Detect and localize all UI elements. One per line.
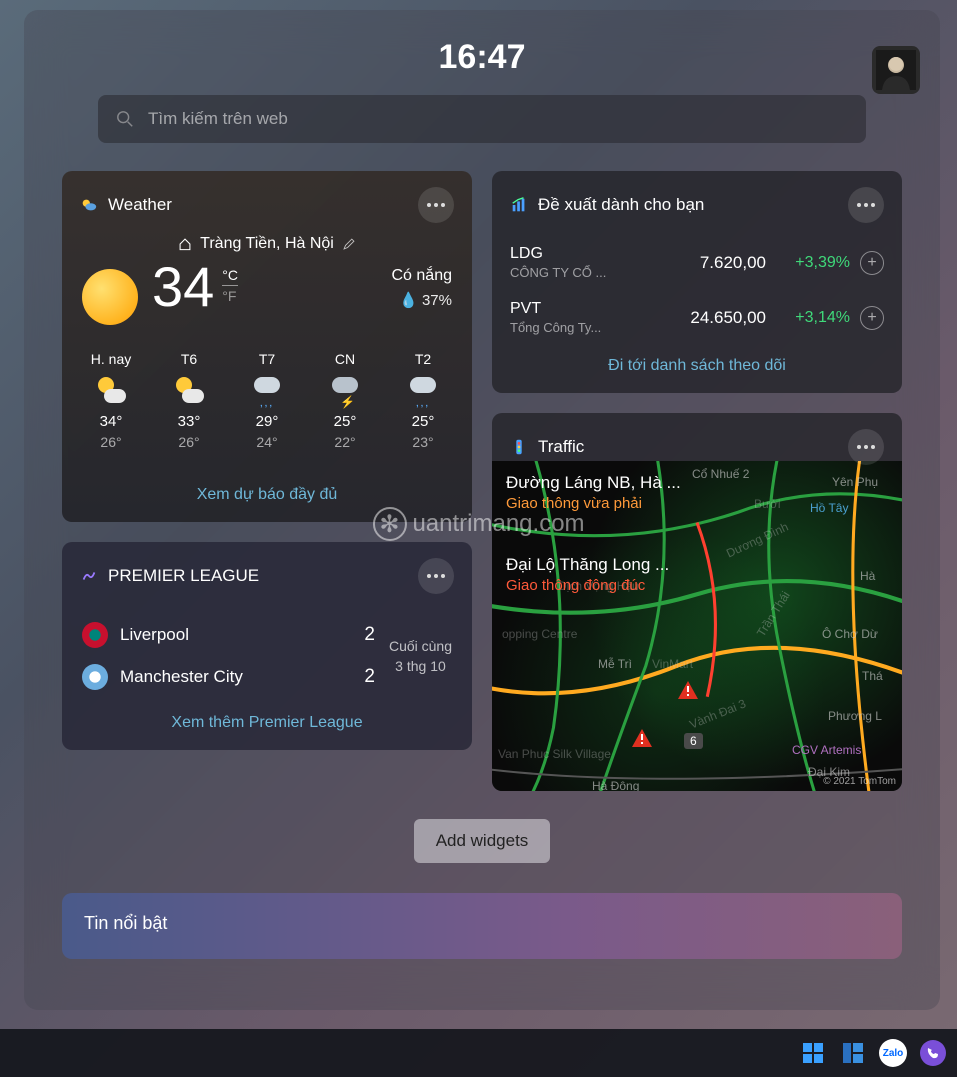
map-label: Phương L (828, 709, 882, 723)
map-label: Bưởi (754, 497, 781, 511)
forecast-icon (252, 375, 282, 405)
map-label: Hà (860, 569, 875, 583)
map-label: VinMart (652, 657, 693, 671)
stocks-widget[interactable]: Đề xuất dành cho bạn LDGCÔNG TY CỔ ... 7… (492, 171, 902, 393)
taskbar: Zalo (0, 1029, 957, 1077)
map-label: CGV Artemis (792, 743, 861, 757)
weather-icon (80, 196, 98, 214)
map-label: Thá (862, 669, 883, 683)
traffic-more-button[interactable] (848, 429, 884, 465)
forecast-icon (96, 375, 126, 405)
search-box[interactable]: Tìm kiếm trên web (98, 95, 866, 143)
stocks-link[interactable]: Đi tới danh sách theo dõi (492, 345, 902, 393)
weather-widget[interactable]: Weather Tràng Tiền, Hà Nội 34 °C °F (62, 171, 472, 522)
map-label: Mễ Trì (598, 657, 632, 671)
warning-icon (632, 729, 652, 747)
stocks-more-button[interactable] (848, 187, 884, 223)
unit-toggle[interactable]: °C °F (222, 267, 238, 304)
traffic-item-1: Đường Láng NB, Hà ... Giao thông vừa phả… (506, 473, 681, 512)
stock-row[interactable]: PVTTổng Công Ty... 24.650,00 +3,14% + (492, 290, 902, 345)
forecast-row: H. nay 34° 26°T6 33° 26°T7 29° 24°CN 25°… (62, 335, 472, 474)
traffic-icon (510, 438, 528, 456)
search-placeholder: Tìm kiếm trên web (148, 109, 288, 129)
add-stock-button[interactable]: + (860, 251, 884, 275)
warning-icon (678, 681, 698, 699)
forecast-day[interactable]: T2 25° 23° (386, 341, 460, 460)
map-label: Hồ Tây (810, 501, 848, 515)
weather-humidity: 💧 37% (392, 291, 453, 309)
team-row: Liverpool 2 (82, 614, 375, 656)
forecast-day[interactable]: T7 29° 24° (230, 341, 304, 460)
league-more-button[interactable] (418, 558, 454, 594)
weather-location: Tràng Tiền, Hà Nội (200, 235, 334, 253)
zalo-icon[interactable]: Zalo (879, 1039, 907, 1067)
match-date: 3 thg 10 (389, 658, 452, 674)
map-label: Ô Chợ Dừ (822, 627, 878, 641)
start-button[interactable] (799, 1039, 827, 1067)
map-label: Van Phuc Silk Village (498, 747, 611, 761)
clock: 16:47 (62, 38, 902, 77)
map-label: 6 (684, 733, 703, 749)
forecast-day[interactable]: T6 33° 26° (152, 341, 226, 460)
sport-icon (80, 567, 98, 585)
user-avatar[interactable] (872, 46, 920, 94)
team-badge-icon (82, 664, 108, 690)
match-status: Cuối cùng (389, 638, 452, 654)
news-title: Tin nổi bật (84, 913, 167, 933)
match-row[interactable]: Liverpool 2 Manchester City 2 Cuối cùng … (62, 606, 472, 702)
widgets-taskbar-icon[interactable] (839, 1039, 867, 1067)
traffic-title: Traffic (538, 437, 838, 457)
map-copyright: © 2021 TomTom (823, 776, 896, 787)
forecast-icon (174, 375, 204, 405)
traffic-item-2: Đại Lộ Thăng Long ... Giao thông đông đú… (506, 555, 669, 594)
add-widgets-button[interactable]: Add widgets (414, 819, 551, 863)
forecast-day[interactable]: CN 25° 22° (308, 341, 382, 460)
team-badge-icon (82, 622, 108, 648)
league-title: PREMIER LEAGUE (108, 566, 408, 586)
edit-location-icon[interactable] (342, 237, 356, 251)
home-icon (178, 237, 192, 251)
traffic-widget[interactable]: Traffic Cổ Nh (492, 413, 902, 791)
forecast-icon (408, 375, 438, 405)
stocks-title: Đề xuất dành cho bạn (538, 195, 838, 215)
add-stock-button[interactable]: + (860, 306, 884, 330)
weather-title: Weather (108, 195, 408, 215)
stocks-icon (510, 196, 528, 214)
weather-more-button[interactable] (418, 187, 454, 223)
sun-icon (82, 269, 138, 325)
map-label: Yên Phụ (832, 475, 878, 489)
sports-widget[interactable]: PREMIER LEAGUE Liverpool 2 Manchester Ci… (62, 542, 472, 750)
news-widget[interactable]: Tin nổi bật (62, 893, 902, 959)
widgets-panel: 16:47 Tìm kiếm trên web Weather Tràng Ti… (24, 10, 940, 1010)
current-temp: 34 (152, 259, 214, 315)
team-row: Manchester City 2 (82, 656, 375, 698)
avatar-image (876, 50, 916, 90)
forecast-day[interactable]: H. nay 34° 26° (74, 341, 148, 460)
search-icon (116, 110, 134, 128)
weather-link[interactable]: Xem dự báo đầy đủ (62, 474, 472, 522)
map-label: opping Centre (502, 627, 577, 641)
map-label: Hà Đông (592, 779, 639, 791)
stock-row[interactable]: LDGCÔNG TY CỔ ... 7.620,00 +3,39% + (492, 235, 902, 290)
forecast-icon (330, 375, 360, 405)
league-link[interactable]: Xem thêm Premier League (62, 702, 472, 750)
traffic-map[interactable]: Cổ Nhuế 2Yên PhụBưởiHồ TâyDịch Vọng HậuH… (492, 461, 902, 791)
viber-icon[interactable] (919, 1039, 947, 1067)
weather-condition: Có nắng (392, 267, 453, 285)
